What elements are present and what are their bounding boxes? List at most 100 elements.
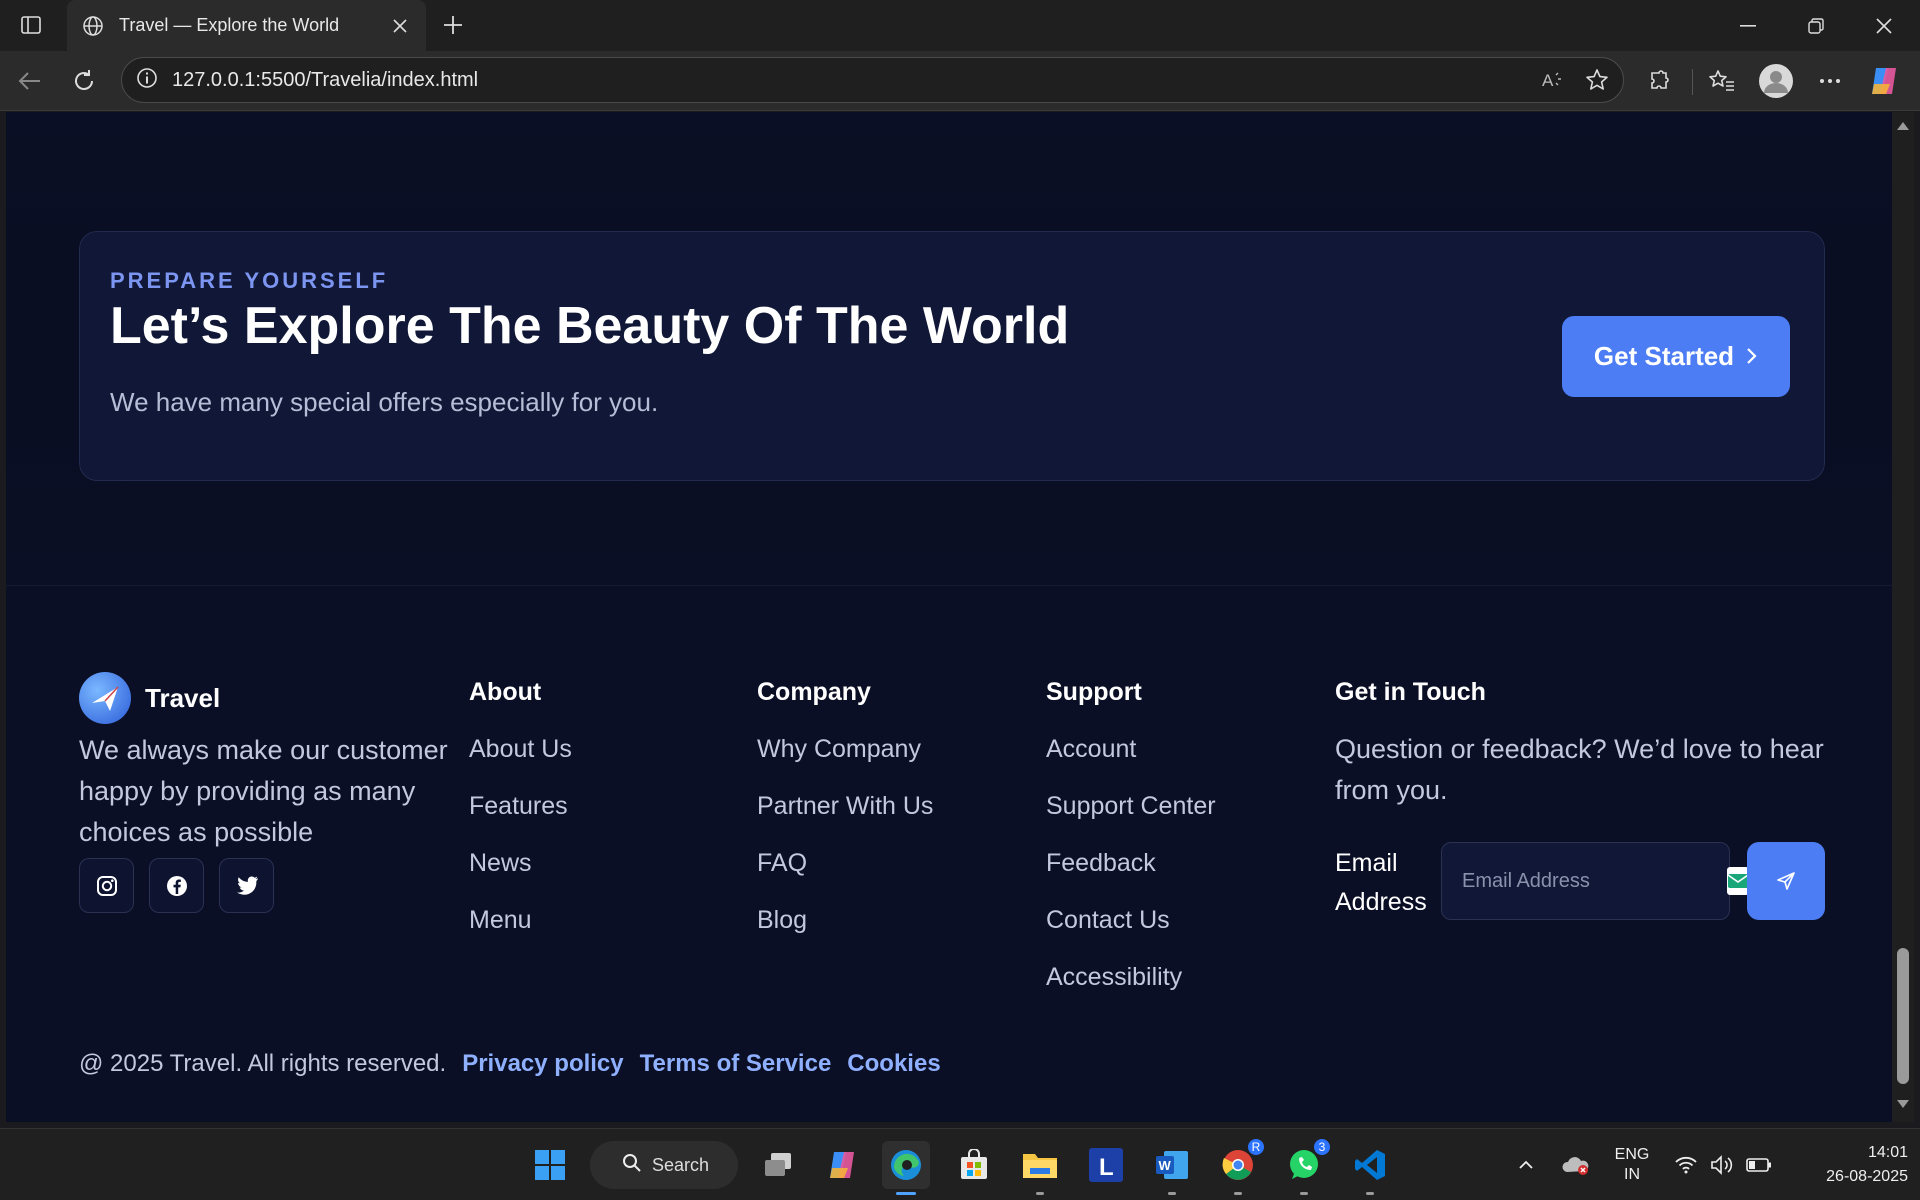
cta-headline: Let’s Explore The Beauty Of The World bbox=[110, 297, 1070, 355]
footer-link-accessibility[interactable]: Accessibility bbox=[1046, 955, 1216, 1012]
send-icon bbox=[1777, 872, 1795, 890]
footer-tagline: We always make our customer happy by pro… bbox=[79, 735, 448, 847]
footer-link-blog[interactable]: Blog bbox=[757, 898, 933, 955]
taskbar-search[interactable]: Search bbox=[590, 1141, 738, 1189]
svg-text:L: L bbox=[1099, 1154, 1114, 1181]
terms-of-service-link[interactable]: Terms of Service bbox=[640, 1050, 832, 1078]
word-icon[interactable]: W bbox=[1148, 1141, 1196, 1195]
svg-text:A: A bbox=[1542, 71, 1554, 90]
cta-card: PREPARE YOURSELF Let’s Explore The Beaut… bbox=[79, 231, 1825, 481]
running-indicator bbox=[1234, 1192, 1242, 1195]
toolbar-divider bbox=[1692, 69, 1693, 95]
profile-badge: R bbox=[1246, 1137, 1266, 1157]
footer-link-support-center[interactable]: Support Center bbox=[1046, 784, 1216, 841]
footer-link-about-us[interactable]: About Us bbox=[469, 727, 572, 784]
new-tab-button[interactable] bbox=[436, 8, 470, 42]
reload-icon[interactable] bbox=[66, 63, 102, 99]
twitter-icon[interactable] bbox=[219, 858, 274, 913]
language-code: ENG bbox=[1614, 1146, 1650, 1163]
url-text[interactable]: 127.0.0.1:5500/Travelia/index.html bbox=[172, 69, 1535, 92]
copilot-app-icon[interactable] bbox=[818, 1141, 866, 1189]
vscode-icon[interactable] bbox=[1346, 1141, 1394, 1195]
privacy-policy-link[interactable]: Privacy policy bbox=[462, 1050, 623, 1078]
running-indicator bbox=[1168, 1192, 1176, 1195]
extensions-icon[interactable] bbox=[1642, 63, 1678, 99]
instagram-icon[interactable] bbox=[79, 858, 134, 913]
show-hidden-icons-chevron-icon[interactable] bbox=[1512, 1129, 1540, 1200]
volume-icon[interactable] bbox=[1708, 1129, 1736, 1200]
tab-actions-icon[interactable] bbox=[14, 10, 48, 40]
address-bar[interactable]: 127.0.0.1:5500/Travelia/index.html A bbox=[121, 57, 1624, 103]
cookies-link[interactable]: Cookies bbox=[847, 1050, 940, 1078]
restore-window-icon[interactable] bbox=[1786, 0, 1846, 51]
task-view-icon[interactable] bbox=[754, 1141, 802, 1189]
email-field-wrapper[interactable] bbox=[1441, 842, 1749, 920]
read-aloud-icon[interactable]: A bbox=[1535, 62, 1571, 98]
more-options-icon[interactable] bbox=[1812, 63, 1848, 99]
send-button[interactable] bbox=[1747, 842, 1825, 920]
profile-avatar-icon[interactable] bbox=[1758, 63, 1794, 99]
scroll-down-icon[interactable] bbox=[1897, 1100, 1909, 1108]
chrome-icon[interactable]: R bbox=[1214, 1137, 1266, 1195]
brand-name: Travel bbox=[145, 682, 221, 713]
site-footer: Travel We always make our customer happy… bbox=[6, 586, 1892, 1122]
microsoft-store-icon[interactable] bbox=[950, 1141, 998, 1189]
footer-brand[interactable]: Travel bbox=[79, 672, 220, 724]
windows-start-icon[interactable] bbox=[526, 1141, 574, 1189]
close-window-icon[interactable] bbox=[1854, 0, 1914, 51]
onedrive-error-icon[interactable] bbox=[1558, 1129, 1594, 1200]
footer-link-account[interactable]: Account bbox=[1046, 727, 1216, 784]
windows-taskbar: Search L W R 3 ENG IN 14:01 26-08-2025 bbox=[0, 1128, 1920, 1200]
favorite-star-icon[interactable] bbox=[1579, 62, 1615, 98]
whatsapp-icon[interactable]: 3 bbox=[1280, 1137, 1332, 1195]
minimize-window-icon[interactable] bbox=[1718, 0, 1778, 51]
svg-text:W: W bbox=[1159, 1158, 1172, 1173]
column-title: About bbox=[469, 678, 542, 706]
cta-subtext: We have many special offers especially f… bbox=[110, 387, 659, 417]
running-indicator bbox=[1366, 1192, 1374, 1195]
column-title: Support bbox=[1046, 678, 1142, 706]
file-explorer-icon[interactable] bbox=[1016, 1141, 1064, 1195]
footer-link-why-company[interactable]: Why Company bbox=[757, 727, 933, 784]
get-in-touch-lead: Question or feedback? We’d love to hear … bbox=[1335, 734, 1824, 805]
input-language[interactable]: ENG IN bbox=[1606, 1129, 1658, 1200]
favorites-icon[interactable] bbox=[1704, 63, 1740, 99]
get-started-button[interactable]: Get Started bbox=[1562, 316, 1790, 397]
region-code: IN bbox=[1624, 1166, 1640, 1183]
footer-link-news[interactable]: News bbox=[469, 841, 572, 898]
wifi-icon[interactable] bbox=[1672, 1129, 1700, 1200]
close-tab-icon[interactable] bbox=[386, 12, 414, 40]
page-scrollbar[interactable] bbox=[1892, 112, 1914, 1122]
social-links bbox=[79, 858, 274, 913]
copilot-icon[interactable] bbox=[1866, 63, 1902, 99]
footer-link-features[interactable]: Features bbox=[469, 784, 572, 841]
footer-column-support: Support Account Support Center Feedback … bbox=[1046, 678, 1216, 1012]
battery-icon[interactable] bbox=[1744, 1129, 1774, 1200]
back-arrow-icon[interactable] bbox=[12, 63, 48, 99]
facebook-icon[interactable] bbox=[149, 858, 204, 913]
get-started-label: Get Started bbox=[1593, 341, 1735, 371]
footer-link-feedback[interactable]: Feedback bbox=[1046, 841, 1216, 898]
browser-tab-active[interactable]: Travel — Explore the World bbox=[67, 0, 426, 51]
notification-badge: 3 bbox=[1312, 1137, 1332, 1157]
email-field[interactable] bbox=[1462, 869, 1727, 893]
footer-link-menu[interactable]: Menu bbox=[469, 898, 572, 955]
cta-eyebrow: PREPARE YOURSELF bbox=[110, 268, 389, 293]
clock-time: 14:01 bbox=[1867, 1144, 1908, 1161]
clock-date: 26-08-2025 bbox=[1826, 1168, 1908, 1185]
footer-link-contact-us[interactable]: Contact Us bbox=[1046, 898, 1216, 955]
l-app-icon[interactable]: L bbox=[1082, 1141, 1130, 1189]
site-info-icon[interactable] bbox=[136, 67, 158, 94]
tab-title: Travel — Explore the World bbox=[119, 15, 340, 35]
system-clock[interactable]: 14:01 26-08-2025 bbox=[1790, 1129, 1908, 1200]
mail-extension-icon[interactable] bbox=[1727, 867, 1749, 895]
footer-link-partner[interactable]: Partner With Us bbox=[757, 784, 933, 841]
footer-link-faq[interactable]: FAQ bbox=[757, 841, 933, 898]
scroll-up-icon[interactable] bbox=[1897, 122, 1909, 130]
search-label: Search bbox=[652, 1154, 710, 1175]
globe-icon bbox=[79, 12, 107, 40]
running-indicator bbox=[1036, 1192, 1044, 1195]
edge-browser-icon[interactable] bbox=[882, 1141, 930, 1195]
email-label: Email Address bbox=[1335, 849, 1427, 916]
scrollbar-thumb[interactable] bbox=[1897, 948, 1909, 1084]
